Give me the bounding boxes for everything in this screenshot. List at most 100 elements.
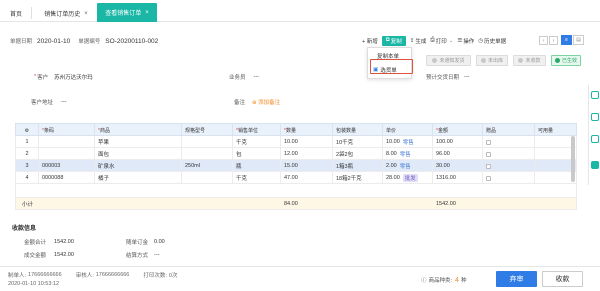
- unaudit-button[interactable]: 弃审: [496, 271, 537, 287]
- cell-unit: 瓶: [233, 160, 281, 172]
- print-count-value: 0次: [168, 273, 178, 279]
- row-index: 4: [16, 172, 39, 184]
- deposit-label: 随单订金: [126, 240, 149, 246]
- receipt-title: 收款信息: [12, 226, 37, 232]
- tab-divider: [31, 7, 32, 19]
- price-tag: 零售: [402, 140, 414, 146]
- customer-label: 客户: [37, 75, 49, 81]
- status-effective: 已生效: [551, 55, 581, 66]
- table-scrollbar[interactable]: [571, 136, 575, 182]
- cell-product: 橘子: [95, 172, 182, 184]
- cell-qty: 47.00: [281, 172, 333, 184]
- cell-amount: 100.00: [433, 136, 483, 148]
- cell-gift: [483, 136, 535, 148]
- print-icon: ⎙: [430, 37, 435, 43]
- kinds-field: ⓘ 商品种类: 4 种: [421, 276, 467, 285]
- maker-value: 17666666666: [28, 272, 62, 278]
- help-icon[interactable]: [591, 135, 599, 143]
- gift-checkbox[interactable]: [486, 175, 491, 181]
- cell-barcode: [39, 148, 95, 160]
- settle-label: 结算方式: [126, 253, 149, 259]
- maker-label: 制单人:: [8, 273, 27, 279]
- plus-circle-icon: ⊕: [252, 100, 257, 106]
- deal-label: 成交金额: [24, 253, 47, 259]
- tab-label: 首页: [9, 12, 22, 18]
- next-icon[interactable]: ›: [549, 36, 558, 45]
- close-icon[interactable]: ×: [145, 10, 149, 16]
- add-remark-button[interactable]: ⊕ 添加备注: [252, 98, 280, 106]
- operate-button[interactable]: ☰ 操作: [457, 37, 474, 45]
- new-button[interactable]: + 新增: [362, 37, 378, 45]
- tab-sales-order-history[interactable]: 销售订单历史 ×: [36, 5, 96, 22]
- cell-pack: 1箱3瓶: [333, 160, 383, 172]
- table-row[interactable]: 1 苹果 千克 10.00 10千克 10.00 零售 100.00: [15, 136, 577, 148]
- subtotal-amount: 1542.00: [436, 201, 456, 207]
- history-button[interactable]: ◷ 历史单据: [478, 37, 506, 45]
- cell-barcode: [39, 136, 95, 148]
- cell-unit: 包: [233, 148, 281, 160]
- cell-product: 面包: [95, 148, 182, 160]
- action-toolbar: + 新增 ⧉ 复制 ⇪ 生成 ⎙ 打印 ⌄ ☰ 操作 ◷ 历史单据: [362, 35, 506, 46]
- doc-no-label: 单据编号: [78, 39, 101, 45]
- deposit-field: 随单订金 0.00: [126, 238, 165, 246]
- settings-icon[interactable]: [591, 91, 599, 99]
- price-tag: 零售: [399, 152, 411, 158]
- grid-view-icon[interactable]: ▤: [573, 35, 584, 45]
- status-icon: [518, 58, 524, 63]
- salesperson-value[interactable]: ---: [254, 74, 260, 80]
- total-label: 金额合计: [24, 240, 47, 246]
- gift-checkbox[interactable]: [486, 163, 491, 169]
- status-not-outbound: 未出库: [476, 55, 508, 66]
- status-not-collected: 未收款: [513, 55, 546, 66]
- generate-button[interactable]: ⇪ 生成: [410, 37, 427, 45]
- status-icon: [480, 58, 486, 63]
- cell-qty: 12.00: [281, 148, 333, 160]
- close-icon[interactable]: ×: [84, 11, 88, 17]
- customer-value[interactable]: 苏州万达沃尔玛: [54, 73, 93, 81]
- tab-home[interactable]: 首页: [4, 5, 28, 22]
- operate-icon: ☰: [457, 37, 463, 44]
- generate-icon: ⇪: [409, 37, 415, 44]
- prev-icon[interactable]: ‹: [539, 36, 548, 45]
- table-row[interactable]: 4 0000088 橘子 千克 47.00 18箱2千克 28.00 批发 131…: [15, 172, 577, 184]
- cell-price: 2.00 零售: [383, 160, 433, 172]
- tab-label: 销售订单历史: [44, 12, 81, 18]
- cell-unit: 千克: [233, 136, 281, 148]
- price-tag: 批发: [402, 174, 418, 182]
- copy-button[interactable]: ⧉ 复制: [381, 35, 406, 46]
- delivery-date-value[interactable]: ---: [464, 74, 470, 80]
- check-icon: [554, 58, 560, 63]
- tab-view-sales-order[interactable]: 查看销售订单 ×: [97, 3, 157, 22]
- cell-gift: [483, 172, 535, 184]
- delivery-date-label: 预计交货日期: [426, 75, 460, 81]
- deal-field: 成交金额 1542.00: [24, 251, 74, 259]
- copy-label: 复制: [390, 38, 402, 45]
- cell-qty: 10.00: [281, 136, 333, 148]
- address-field: 客户地址 ---: [31, 98, 67, 106]
- kinds-label: 商品种类:: [428, 278, 453, 284]
- collect-button[interactable]: 收款: [542, 271, 583, 287]
- highlight-box: [370, 59, 413, 74]
- deposit-value: 0.00: [154, 239, 165, 245]
- list-view-icon[interactable]: ≡: [561, 35, 572, 45]
- copy-icon: ⧉: [385, 37, 390, 43]
- kinds-unit: 种: [460, 278, 467, 284]
- link-icon[interactable]: [591, 113, 599, 121]
- doc-date-value: 2020-01-10: [37, 37, 71, 45]
- row-index: 1: [16, 136, 39, 148]
- remark-label: 备注: [234, 100, 246, 106]
- gift-checkbox[interactable]: [486, 151, 491, 157]
- gift-checkbox[interactable]: [486, 139, 491, 145]
- address-value[interactable]: ---: [61, 99, 67, 105]
- table-row[interactable]: 3 000003 矿泉水 250ml 瓶 15.00 1箱3瓶 2.00 零售 3…: [15, 160, 577, 172]
- delivery-date-field: 预计交货日期 ---: [426, 73, 470, 81]
- operate-label: 操作: [463, 38, 475, 45]
- status-icon: [432, 58, 438, 63]
- footer-time: 2020-01-10 10:53:12: [8, 281, 60, 287]
- print-label: 打印: [435, 38, 447, 45]
- table-row[interactable]: 2 面包 包 12.00 2袋2包 8.00 零售 96.00: [15, 148, 577, 160]
- cell-gift: [483, 148, 535, 160]
- cell-barcode: 0000088: [39, 172, 95, 184]
- print-button[interactable]: ⎙ 打印 ⌄: [430, 37, 453, 45]
- expand-icon[interactable]: [591, 161, 599, 169]
